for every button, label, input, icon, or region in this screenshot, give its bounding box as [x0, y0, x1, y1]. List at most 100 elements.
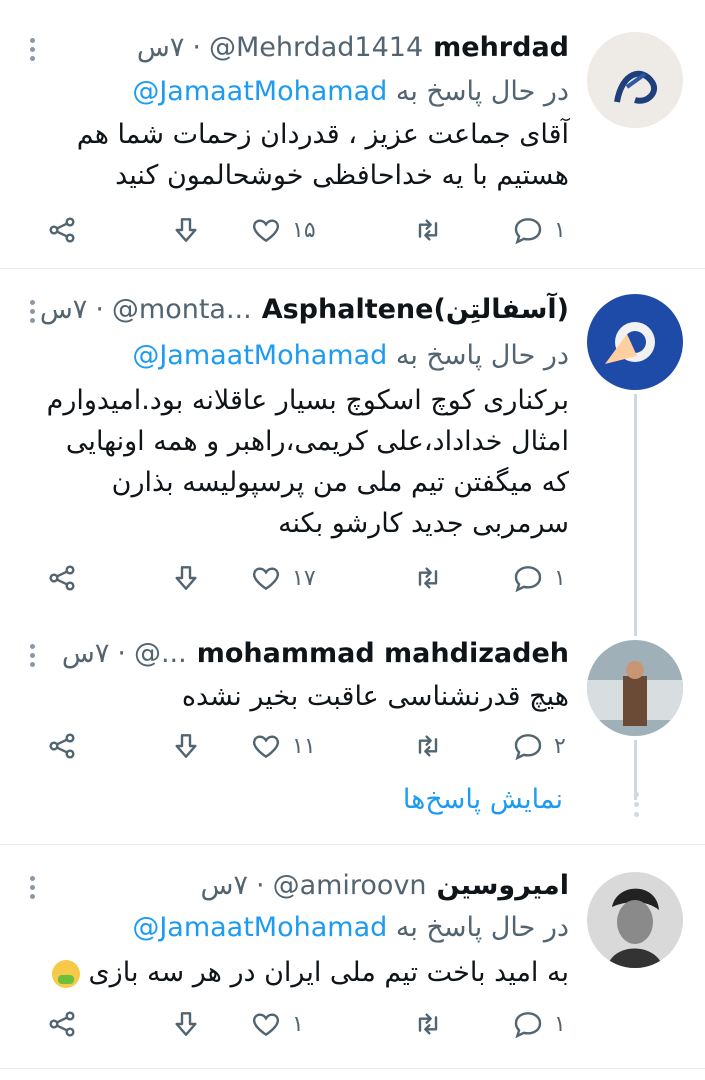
replying-to-label: در حال پاسخ به	[395, 340, 569, 371]
retweet-icon	[418, 219, 438, 241]
timestamp[interactable]: ۷س	[200, 868, 247, 904]
downvote-icon	[175, 566, 197, 590]
more-icon[interactable]	[30, 300, 36, 323]
reply-button[interactable]: ۲	[512, 730, 566, 762]
more-icon[interactable]	[30, 644, 36, 667]
like-button[interactable]: ۱۷	[250, 562, 316, 594]
avatar-mehrdad[interactable]	[587, 32, 683, 128]
tweet-text: هیچ قدرنشناسی عاقبت بخیر نشده	[181, 681, 569, 712]
avatar-image	[587, 872, 683, 968]
share-icon	[49, 565, 75, 591]
retweet-button[interactable]	[412, 730, 444, 762]
like-count: ۱۱	[292, 733, 316, 759]
like-button[interactable]: ۱۱	[250, 730, 316, 762]
like-button[interactable]: ۱۵	[250, 214, 316, 246]
reply-icon	[514, 734, 542, 761]
reply-count: ۱	[554, 1011, 566, 1037]
share-icon	[49, 217, 75, 243]
timestamp[interactable]: ۷س	[62, 636, 109, 672]
separator-dot: ·	[255, 870, 265, 901]
user-handle[interactable]: @...	[134, 636, 187, 672]
replying-to: در حال پاسخ به @JamaatMohamad	[132, 910, 569, 946]
divider	[0, 844, 705, 845]
downvote-button[interactable]	[170, 730, 202, 762]
reply-mention-link[interactable]: @JamaatMohamad	[132, 340, 387, 371]
avatar-asphaltene[interactable]	[587, 294, 683, 390]
separator-dot: ·	[117, 638, 126, 669]
reply-count: ۲	[554, 733, 566, 759]
divider	[0, 1068, 705, 1069]
separator-dot: ·	[95, 294, 104, 325]
tweet-1[interactable]: mehrdad @Mehrdad1414 · ۷س در حال پاسخ به…	[0, 0, 705, 270]
like-icon	[252, 219, 280, 243]
downvote-button[interactable]	[170, 1008, 202, 1040]
reply-icon	[514, 566, 542, 593]
avatar-image	[587, 640, 683, 736]
more-icon[interactable]	[30, 38, 36, 61]
user-handle[interactable]: @amiroovn	[273, 868, 427, 904]
avatar-amiroovn[interactable]	[587, 872, 683, 968]
retweet-icon	[418, 735, 438, 757]
share-button[interactable]	[46, 214, 78, 246]
tweet-4[interactable]: امیرو‌ﺳﻴﻦ @amiroovn · ۷س در حال پاسخ به …	[0, 846, 705, 1076]
tweet-text: برکناری کوچ اسکوچ بسیار عاقلانه بود.امید…	[46, 385, 569, 539]
reply-mention-link[interactable]: @JamaatMohamad	[132, 912, 387, 943]
thread-line	[634, 394, 637, 620]
like-count: ۱۵	[292, 217, 316, 243]
timestamp[interactable]: ۷س	[40, 292, 87, 328]
retweet-button[interactable]	[412, 1008, 444, 1040]
avatar-image	[587, 32, 683, 128]
replying-to: در حال پاسخ به @JamaatMohamad	[132, 338, 569, 374]
display-name[interactable]: امیرو‌ﺳﻴﻦ	[437, 868, 569, 904]
thread-dots	[634, 792, 639, 817]
share-button[interactable]	[46, 730, 78, 762]
downvote-button[interactable]	[170, 562, 202, 594]
avatar-image	[587, 294, 683, 390]
reply-mention-link[interactable]: @JamaatMohamad	[132, 76, 387, 107]
retweet-button[interactable]	[412, 214, 444, 246]
downvote-button[interactable]	[170, 214, 202, 246]
user-handle[interactable]: @Mehrdad1414	[209, 30, 423, 66]
reply-button[interactable]: ۱	[512, 562, 566, 594]
display-name[interactable]: mehrdad	[433, 30, 569, 66]
separator-dot: ·	[192, 32, 201, 63]
action-bar: ۱ ۱۵	[40, 214, 569, 254]
replying-to-label: در حال پاسخ به	[395, 912, 569, 943]
reply-count: ۱	[554, 565, 566, 591]
reply-count: ۱	[554, 217, 566, 243]
tweet-2[interactable]: Asphaltene(آسفالتِن) @monta... · ۷س در ح…	[0, 270, 705, 620]
avatar-mohammad[interactable]	[587, 640, 683, 736]
like-count: ۱۷	[292, 565, 316, 591]
replying-to-label: در حال پاسخ به	[395, 76, 569, 107]
tweet-text: آقای جماعت عزیز ، قدردان زحمات شما هم هس…	[76, 119, 569, 191]
reply-button[interactable]: ۱	[512, 1008, 566, 1040]
share-icon	[49, 733, 75, 759]
divider	[0, 268, 705, 269]
like-icon	[252, 1013, 280, 1037]
reply-button[interactable]: ۱	[512, 214, 566, 246]
downvote-icon	[175, 218, 197, 242]
like-icon	[252, 567, 280, 591]
display-name[interactable]: mohammad mahdizadeh	[197, 636, 569, 672]
like-button[interactable]: ۱	[250, 1008, 304, 1040]
more-icon[interactable]	[30, 876, 36, 899]
share-button[interactable]	[46, 1008, 78, 1040]
tweet-3[interactable]: mohammad mahdizadeh @... · ۷س هیچ قدرنشن…	[0, 620, 705, 846]
tweet-header: امیرو‌ﺳﻴﻦ @amiroovn · ۷س	[200, 868, 569, 904]
show-replies-link[interactable]: نمایش پاسخ‌ها	[403, 784, 563, 815]
tweet-header: mohammad mahdizadeh @... · ۷س	[62, 636, 569, 672]
like-count: ۱	[292, 1011, 304, 1037]
retweet-icon	[418, 1013, 438, 1035]
display-name[interactable]: Asphaltene(آسفالتِن)	[262, 292, 569, 328]
timestamp[interactable]: ۷س	[137, 30, 184, 66]
tweet-header: mehrdad @Mehrdad1414 · ۷س	[137, 30, 569, 66]
tweet-header: Asphaltene(آسفالتِن) @monta... · ۷س	[40, 292, 569, 328]
replying-to: در حال پاسخ به @JamaatMohamad	[132, 74, 569, 110]
nauseated-emoji	[51, 959, 80, 988]
thread-line	[634, 740, 637, 800]
user-handle[interactable]: @monta...	[112, 292, 252, 328]
share-button[interactable]	[46, 562, 78, 594]
action-bar: ۲ ۱۱	[40, 730, 569, 770]
retweet-button[interactable]	[412, 562, 444, 594]
action-bar: ۱ ۱۷	[40, 562, 569, 602]
